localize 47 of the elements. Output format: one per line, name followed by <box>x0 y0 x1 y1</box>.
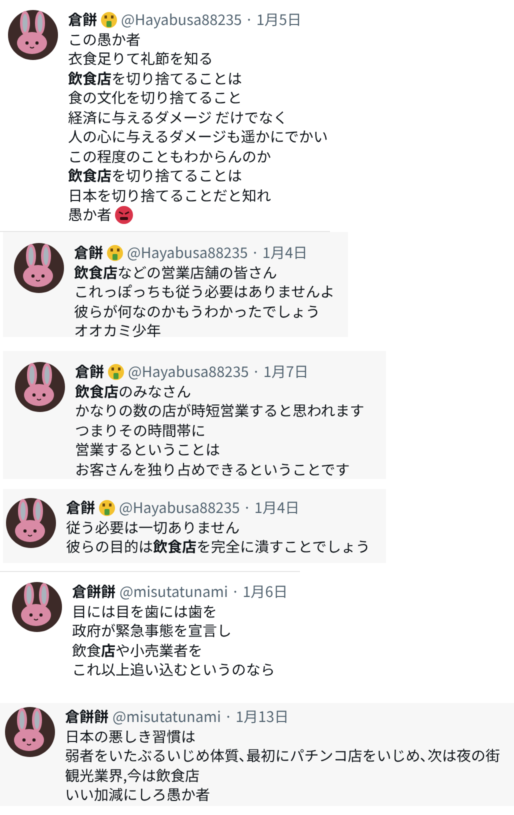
handle-and-date: @Hayabusa88235 · 1月7日 <box>128 362 309 382</box>
handle-and-date: @Hayabusa88235 · 1月4日 <box>127 243 308 262</box>
tweet-text-line: 愚か者 <box>68 205 112 224</box>
avatar-drawing <box>6 498 56 548</box>
tweet-text-line: 経済に与えるダメージ だけでなく <box>68 108 289 127</box>
tweet-text-line: 人の心に与えるダメージも遥かにでかい <box>68 127 328 146</box>
tweet-text-line: 飲食店などの営業店舗の皆さん <box>74 262 278 282</box>
tweet-text-line: 飲食店のみなさん <box>75 382 192 401</box>
tweet-text-line: お客さんを独り占めできるということです <box>75 460 351 479</box>
tweet-text-line: 従う必要は一切ありません <box>66 518 241 537</box>
user-name: 倉餅 <box>75 362 104 382</box>
tweet-text-line: 食の文化を切り捨てること <box>68 88 243 108</box>
user-name: 倉餅 <box>66 498 95 518</box>
tweet-text-line: 飲食店を切り捨てることは <box>68 68 243 88</box>
avatar-drawing <box>12 582 62 632</box>
tweet-text-line: 営業するということは <box>75 440 221 460</box>
tweet-text-line: かなりの数の店が時短営業すると思われます <box>75 401 364 420</box>
tweet-text-line: 飲食店や小売業者を <box>72 640 204 660</box>
avatar-drawing <box>15 362 65 412</box>
tweet-text-line: この愚か者 <box>68 30 142 49</box>
tweet-text-line: 弱者をいたぶるいじめ体質､最初にパチンコ店をいじめ､次は夜の街 <box>65 746 500 766</box>
tweet-text-line: これっぽっちも従う必要はありませんよ <box>74 282 335 302</box>
user-name: 倉餅 <box>68 10 97 30</box>
tweet-text-line: 日本を切り捨てることだと知れ <box>68 186 272 205</box>
handle-and-date: @misutatunami · 1月13日 <box>112 707 289 726</box>
tweet-text-line: この程度のこともわからんのか <box>68 146 272 166</box>
tweet-text-line: 衣食足りて礼節を知る <box>68 49 214 68</box>
tweet-text-line: 彼らが何なのかもうわかったでしょう <box>74 302 322 321</box>
tweet-text-line: 飲食店を切り捨てることは <box>68 166 243 186</box>
tweet-text-line: オオカミ少年 <box>74 321 162 340</box>
tweet-text-line: つまりその時間帯に <box>75 420 206 440</box>
user-name: 倉餅餅 <box>65 707 108 726</box>
tweet-text-line: 日本の悪しき習慣は <box>65 726 196 746</box>
tweet-text-line: 政府が緊急事態を宣言し <box>72 621 232 640</box>
tweet-text-line: 観光業界,今は飲食店 <box>65 766 201 785</box>
handle-and-date: @Hayabusa88235 · 1月4日 <box>119 498 300 518</box>
user-name: 倉餅餅 <box>72 582 116 602</box>
avatar-drawing <box>14 243 64 293</box>
tweet-text-line: いい加減にしろ愚か者 <box>65 785 211 804</box>
tweet-text-line: 目には目を歯には歯を <box>72 602 218 621</box>
handle-and-date: @misutatunami · 1月6日 <box>120 582 288 602</box>
tweet-text-line: 彼らの目的は飲食店を完全に潰すことでしょう <box>66 537 370 556</box>
tweet-text-line: これ以上追い込むというのなら <box>72 660 276 680</box>
avatar-drawing <box>5 707 55 757</box>
handle-and-date: @Hayabusa88235 · 1月5日 <box>121 10 302 30</box>
avatar-drawing <box>8 10 58 60</box>
user-name: 倉餅 <box>74 243 103 262</box>
